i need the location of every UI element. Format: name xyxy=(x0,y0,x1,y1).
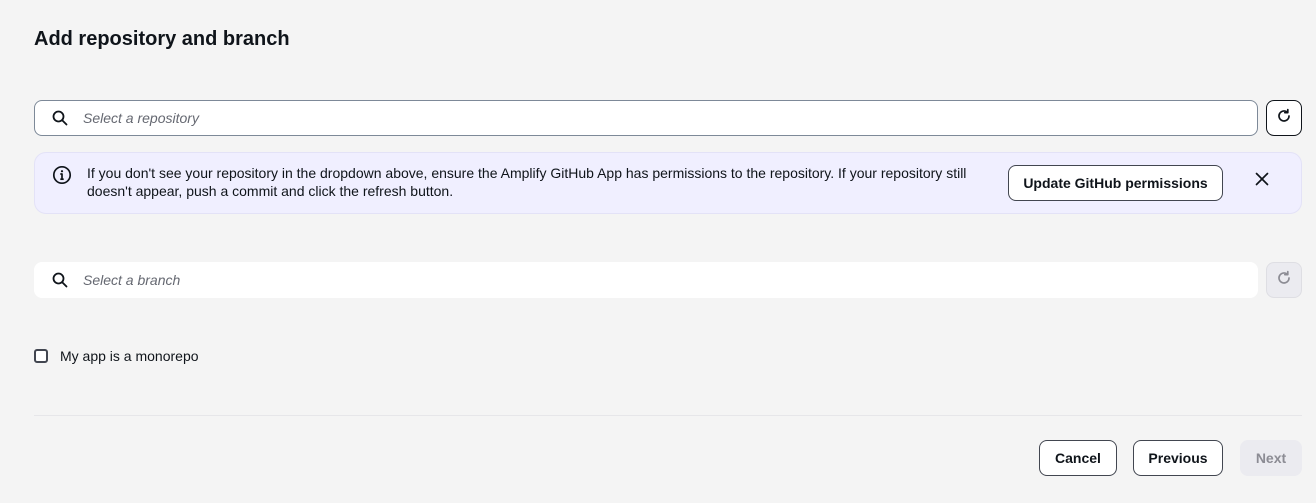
branch-select[interactable] xyxy=(34,262,1258,298)
alert-message: If you don't see your repository in the … xyxy=(87,165,967,199)
update-github-permissions-button[interactable]: Update GitHub permissions xyxy=(1008,165,1223,201)
info-icon xyxy=(52,165,72,185)
search-icon xyxy=(52,272,68,288)
repository-search-input[interactable] xyxy=(83,101,1257,135)
repository-select[interactable] xyxy=(34,100,1258,136)
refresh-icon xyxy=(1276,108,1292,129)
close-icon[interactable] xyxy=(1252,169,1272,189)
footer-divider xyxy=(34,415,1302,416)
cancel-button[interactable]: Cancel xyxy=(1039,440,1117,476)
monorepo-label: My app is a monorepo xyxy=(60,348,199,364)
next-button[interactable]: Next xyxy=(1240,440,1302,476)
monorepo-option[interactable]: My app is a monorepo xyxy=(34,346,199,366)
branch-refresh-button[interactable] xyxy=(1266,262,1302,298)
github-permissions-alert: If you don't see your repository in the … xyxy=(34,152,1302,214)
repository-refresh-button[interactable] xyxy=(1266,100,1302,136)
page-title: Add repository and branch xyxy=(34,28,290,50)
branch-search-input[interactable] xyxy=(83,263,1257,297)
previous-button[interactable]: Previous xyxy=(1133,440,1223,476)
refresh-icon xyxy=(1276,270,1292,291)
monorepo-checkbox[interactable] xyxy=(34,349,48,363)
search-icon xyxy=(52,110,68,126)
